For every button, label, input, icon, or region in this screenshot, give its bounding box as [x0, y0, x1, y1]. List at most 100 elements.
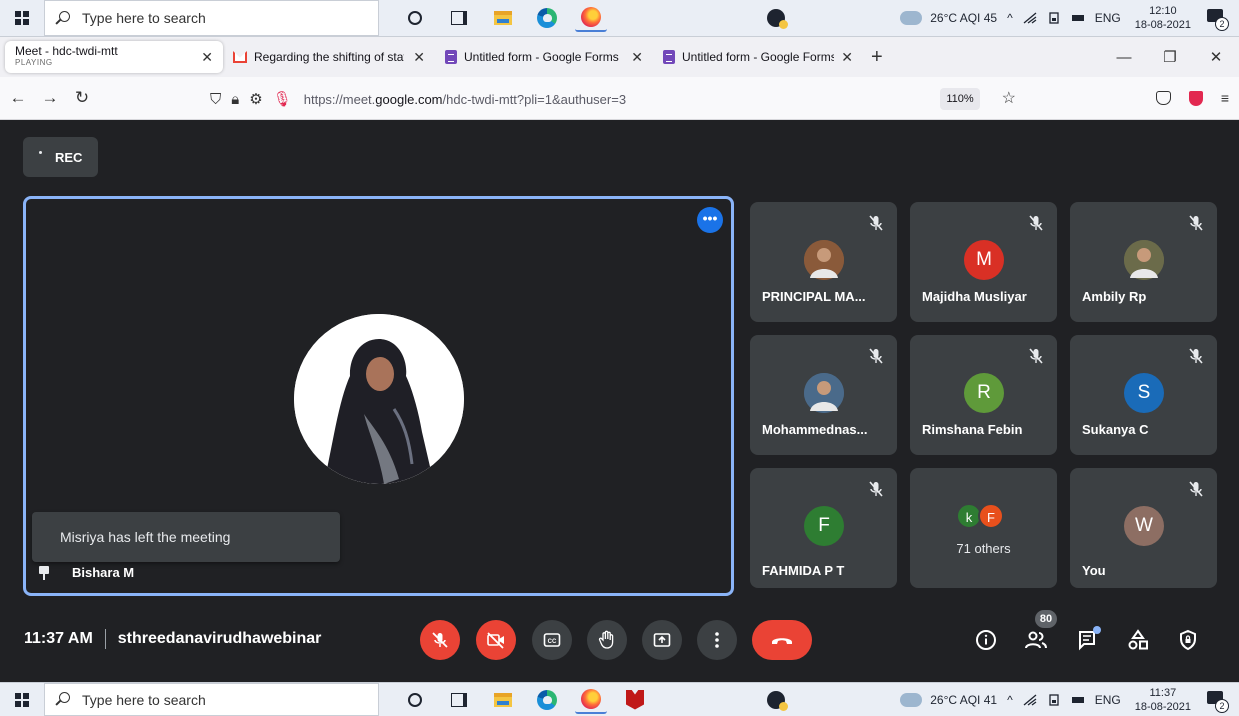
cortana-button[interactable]: [399, 4, 431, 32]
camera-toggle-button[interactable]: [476, 620, 516, 660]
new-tab-button[interactable]: +: [871, 46, 883, 69]
people-button[interactable]: [1020, 624, 1052, 656]
hp-support-button[interactable]: [765, 689, 788, 711]
weather-text[interactable]: 26°C AQI 45: [930, 11, 997, 25]
tab-forms-2[interactable]: Untitled form - Google Forms ✕: [653, 41, 863, 73]
main-video-tile[interactable]: ••• Misriya has left the meeting Bishara…: [23, 196, 734, 596]
battery-icon[interactable]: [1047, 12, 1061, 24]
participant-tile[interactable]: R Rimshana Febin: [910, 335, 1057, 455]
participant-tile[interactable]: S Sukanya C: [1070, 335, 1217, 455]
battery-icon[interactable]: [1047, 693, 1061, 706]
volume-icon[interactable]: [1071, 694, 1085, 706]
meeting-details-button[interactable]: [970, 624, 1002, 656]
file-explorer-button[interactable]: [487, 4, 519, 32]
tab-forms-1[interactable]: Untitled form - Google Forms ✕: [435, 41, 653, 73]
url-bar[interactable]: ⛉ 🔒︎ ⚙ 🎙︎ https://meet.google.com/hdc-tw…: [210, 84, 1030, 114]
leave-call-button[interactable]: [752, 620, 812, 660]
chat-button[interactable]: [1072, 624, 1104, 656]
ublock-icon[interactable]: [1188, 90, 1203, 106]
lock-icon[interactable]: 🔒︎: [231, 91, 239, 108]
forms-icon: [663, 50, 675, 64]
participant-tile[interactable]: PRINCIPAL MA...: [750, 202, 897, 322]
network-icon[interactable]: [1023, 694, 1037, 706]
taskbar-search-box[interactable]: Type here to search: [44, 683, 379, 716]
cortana-button[interactable]: [399, 686, 431, 714]
notification-center-button[interactable]: 2: [1205, 7, 1229, 31]
more-options-button[interactable]: [697, 620, 737, 660]
notification-center-button[interactable]: 2: [1205, 689, 1229, 713]
participant-tile[interactable]: M Majidha Musliyar: [910, 202, 1057, 322]
google-meet-area: REC ••• Misriya has left the meeting Bis…: [0, 120, 1239, 682]
taskbar-clock[interactable]: 11:37 18-08-2021: [1135, 686, 1191, 714]
close-window-icon[interactable]: ✕: [1193, 48, 1239, 66]
participant-tile[interactable]: F FAHMIDA P T: [750, 468, 897, 588]
recording-indicator[interactable]: REC: [23, 137, 98, 177]
mcafee-button[interactable]: [619, 686, 651, 714]
people-icon: [1025, 631, 1047, 649]
left-meeting-toast: Misriya has left the meeting: [32, 512, 340, 562]
task-view-button[interactable]: [443, 4, 475, 32]
weather-icon[interactable]: [900, 692, 923, 707]
bookmark-star-icon[interactable]: ☆: [1002, 88, 1016, 108]
windows-taskbar-top: Type here to search 26°C AQI 45 ^ ENG 12…: [0, 0, 1239, 37]
close-tab-icon[interactable]: ✕: [201, 49, 213, 66]
file-explorer-button[interactable]: [487, 686, 519, 714]
participant-tile[interactable]: Mohammednas...: [750, 335, 897, 455]
avatar: [804, 240, 844, 280]
firefox-taskbar-button[interactable]: [575, 686, 607, 714]
tray-chevron-icon[interactable]: ^: [1007, 11, 1013, 25]
weather-text[interactable]: 26°C AQI 41: [930, 693, 997, 707]
windows-start-button[interactable]: [0, 683, 44, 716]
microphone-permission-icon[interactable]: 🎙︎: [273, 90, 292, 108]
language-indicator[interactable]: ENG: [1095, 11, 1121, 25]
microphone-toggle-button[interactable]: [420, 620, 460, 660]
participant-name: FAHMIDA P T: [762, 563, 845, 578]
reload-button[interactable]: ↻: [68, 88, 96, 108]
volume-icon[interactable]: [1071, 12, 1085, 24]
taskbar-clock[interactable]: 12:10 18-08-2021: [1135, 4, 1191, 32]
tracking-protection-icon[interactable]: ⛉: [210, 91, 221, 108]
edge-button[interactable]: [531, 4, 563, 32]
menu-icon[interactable]: ≡: [1221, 90, 1229, 106]
forward-button[interactable]: →: [36, 88, 64, 108]
participant-tile[interactable]: Ambily Rp: [1070, 202, 1217, 322]
participant-tile[interactable]: k F 71 others: [910, 468, 1057, 588]
host-controls-button[interactable]: [1172, 624, 1204, 656]
gmail-icon: [233, 51, 247, 63]
mic-muted-icon: [1185, 345, 1207, 367]
tab-gmail[interactable]: Regarding the shifting of staff r ✕: [223, 41, 435, 73]
tray-chevron-icon[interactable]: ^: [1007, 693, 1013, 707]
avatar: F: [804, 506, 844, 546]
clock-date: 18-08-2021: [1134, 700, 1191, 713]
taskbar-search-box[interactable]: Type here to search: [44, 0, 379, 36]
language-indicator[interactable]: ENG: [1095, 693, 1121, 707]
restore-icon[interactable]: ❐: [1147, 48, 1193, 66]
raise-hand-button[interactable]: [587, 620, 627, 660]
network-icon[interactable]: [1023, 12, 1037, 24]
windows-start-button[interactable]: [0, 0, 44, 36]
minimize-icon[interactable]: —: [1101, 49, 1147, 66]
present-screen-button[interactable]: [642, 620, 682, 660]
pocket-icon[interactable]: [1155, 91, 1171, 105]
captions-button[interactable]: CC: [532, 620, 572, 660]
participant-name: Majidha Musliyar: [922, 289, 1027, 304]
person-photo: [294, 314, 464, 484]
back-button[interactable]: ←: [4, 88, 32, 108]
permissions-icon[interactable]: ⚙: [249, 90, 262, 108]
tab-meet[interactable]: Meet - hdc-twdi-mtt PLAYING ✕: [0, 41, 223, 169]
participant-tile[interactable]: W You: [1070, 468, 1217, 588]
close-tab-icon[interactable]: ✕: [631, 49, 643, 66]
zoom-level-button[interactable]: 110%: [940, 88, 980, 110]
hp-support-button[interactable]: [765, 7, 788, 29]
pin-icon[interactable]: [38, 565, 50, 580]
firefox-taskbar-button[interactable]: [575, 4, 607, 32]
task-view-button[interactable]: [443, 686, 475, 714]
edge-button[interactable]: [531, 686, 563, 714]
more-options-button[interactable]: •••: [697, 207, 723, 233]
close-tab-icon[interactable]: ✕: [841, 49, 853, 66]
url-text[interactable]: https://meet.google.com/hdc-twdi-mtt?pli…: [304, 92, 626, 107]
weather-icon[interactable]: [900, 11, 923, 25]
main-participant-name: Bishara M: [72, 565, 135, 580]
activities-button[interactable]: [1122, 624, 1154, 656]
close-tab-icon[interactable]: ✕: [413, 49, 425, 66]
